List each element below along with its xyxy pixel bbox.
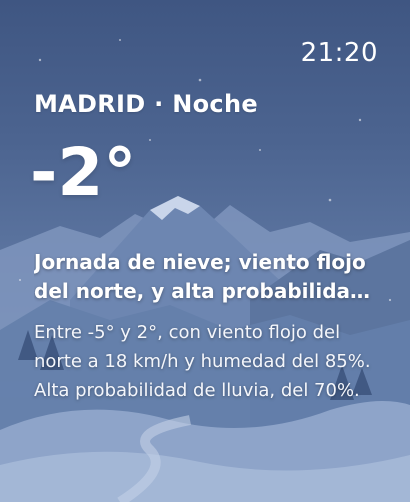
forecast-headline: Jornada de nieve; viento flojo del norte…	[34, 250, 366, 303]
current-time: 21:20	[300, 38, 378, 68]
weather-widget[interactable]: 21:20 MADRID · Noche -2° Jornada de niev…	[0, 0, 410, 502]
location-label: MADRID · Noche	[34, 90, 258, 118]
current-temperature: -2°	[30, 134, 137, 211]
forecast-detail: Entre -5° y 2°, con viento flojo del nor…	[34, 322, 371, 401]
